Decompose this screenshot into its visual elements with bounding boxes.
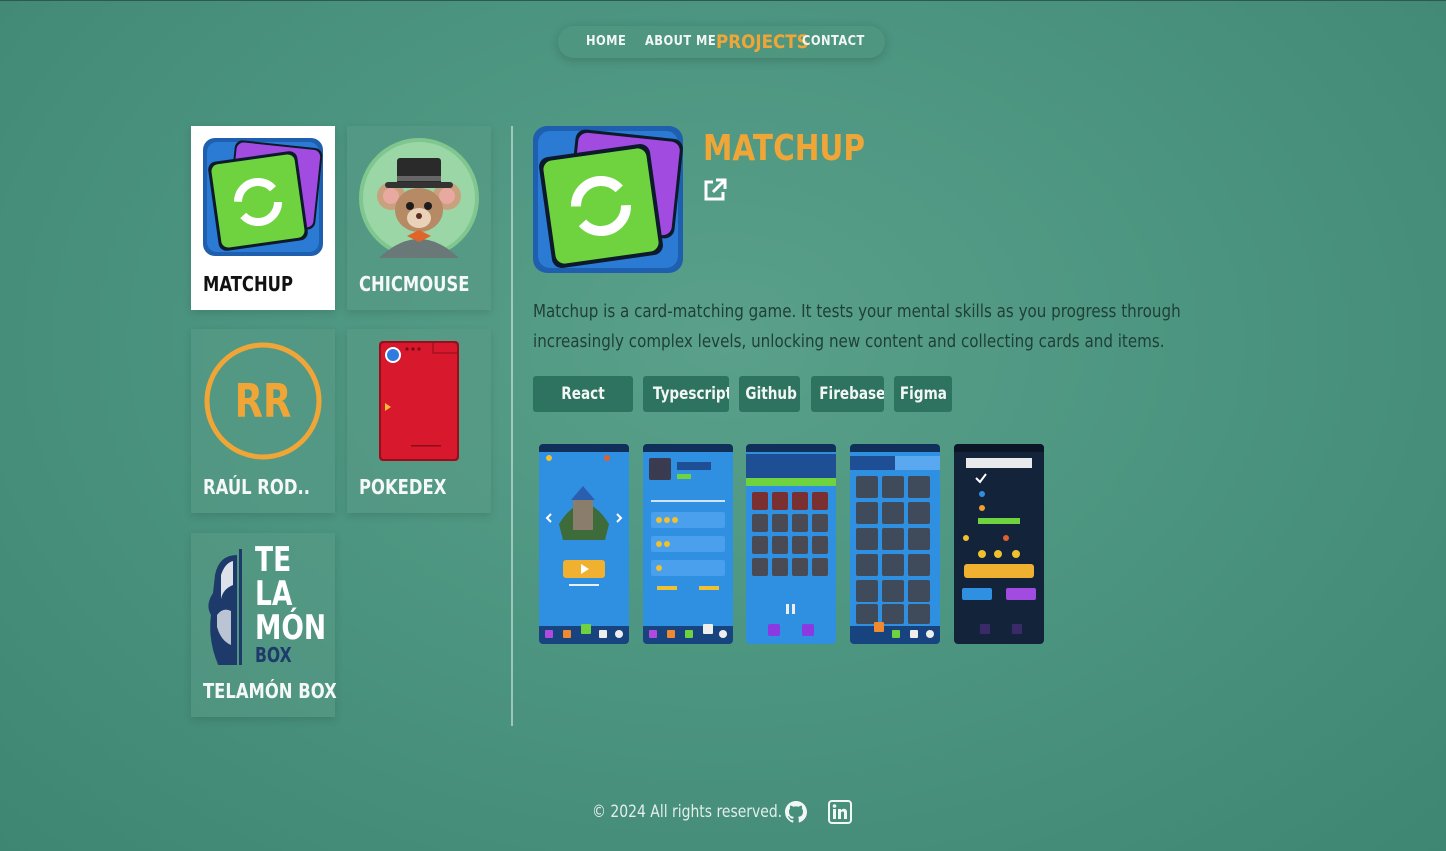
top-navigation: HOME ABOUT ME PROJECTS CONTACT [558, 26, 885, 58]
project-description: Matchup is a card-matching game. It test… [533, 301, 1181, 352]
screenshot-stats[interactable] [643, 444, 733, 644]
tag-typescript: Typescript [643, 376, 729, 412]
nav-home[interactable]: HOME [586, 26, 626, 58]
matchup-detail-logo-icon [533, 126, 683, 273]
project-card-title: RAÚL ROD.. [203, 475, 310, 499]
project-card-title: TELAMÓN BOX [203, 679, 337, 703]
screenshot-level-select[interactable] [539, 444, 629, 644]
nav-contact[interactable]: CONTACT [802, 26, 865, 58]
tag-github: Github [739, 376, 800, 412]
tag-firebase: Firebase [811, 376, 884, 412]
tag-figma: Figma [894, 376, 952, 412]
nav-about-me[interactable]: ABOUT ME [645, 26, 716, 58]
chicmouse-mouse-icon [359, 138, 479, 258]
project-card-chicmouse[interactable]: CHICMOUSE [347, 126, 491, 310]
linkedin-icon[interactable] [828, 800, 852, 824]
footer-copyright: © 2024 All rights reserved. [592, 802, 783, 822]
pokedex-device-icon [379, 341, 459, 461]
project-card-title: CHICMOUSE [359, 272, 470, 296]
vertical-divider [511, 126, 513, 726]
project-card-telamon-box[interactable]: TE LA MÓN BOX TELAMÓN BOX [191, 533, 337, 717]
project-detail-title: MATCHUP [703, 128, 866, 169]
telamon-logo-text: TE LA MÓN BOX [255, 540, 327, 667]
matchup-logo-icon [203, 138, 323, 256]
project-card-pokedex[interactable]: POKEDEX [347, 329, 491, 513]
tag-react-native: React Native [533, 376, 633, 412]
top-border [0, 0, 1446, 1]
rr-monogram-text: RR [234, 374, 292, 428]
project-card-title: POKEDEX [359, 475, 447, 499]
project-card-title: MATCHUP [203, 272, 294, 296]
nav-projects[interactable]: PROJECTS [716, 26, 809, 58]
project-card-matchup[interactable]: MATCHUP [191, 126, 335, 310]
project-card-raul[interactable]: RR RAÚL ROD.. [191, 329, 335, 513]
github-icon[interactable] [784, 800, 808, 824]
screenshot-completed[interactable] [954, 444, 1044, 644]
external-link-icon[interactable] [702, 177, 728, 203]
screenshot-cards-collection[interactable] [850, 444, 940, 644]
screenshot-gameplay[interactable] [746, 444, 836, 644]
